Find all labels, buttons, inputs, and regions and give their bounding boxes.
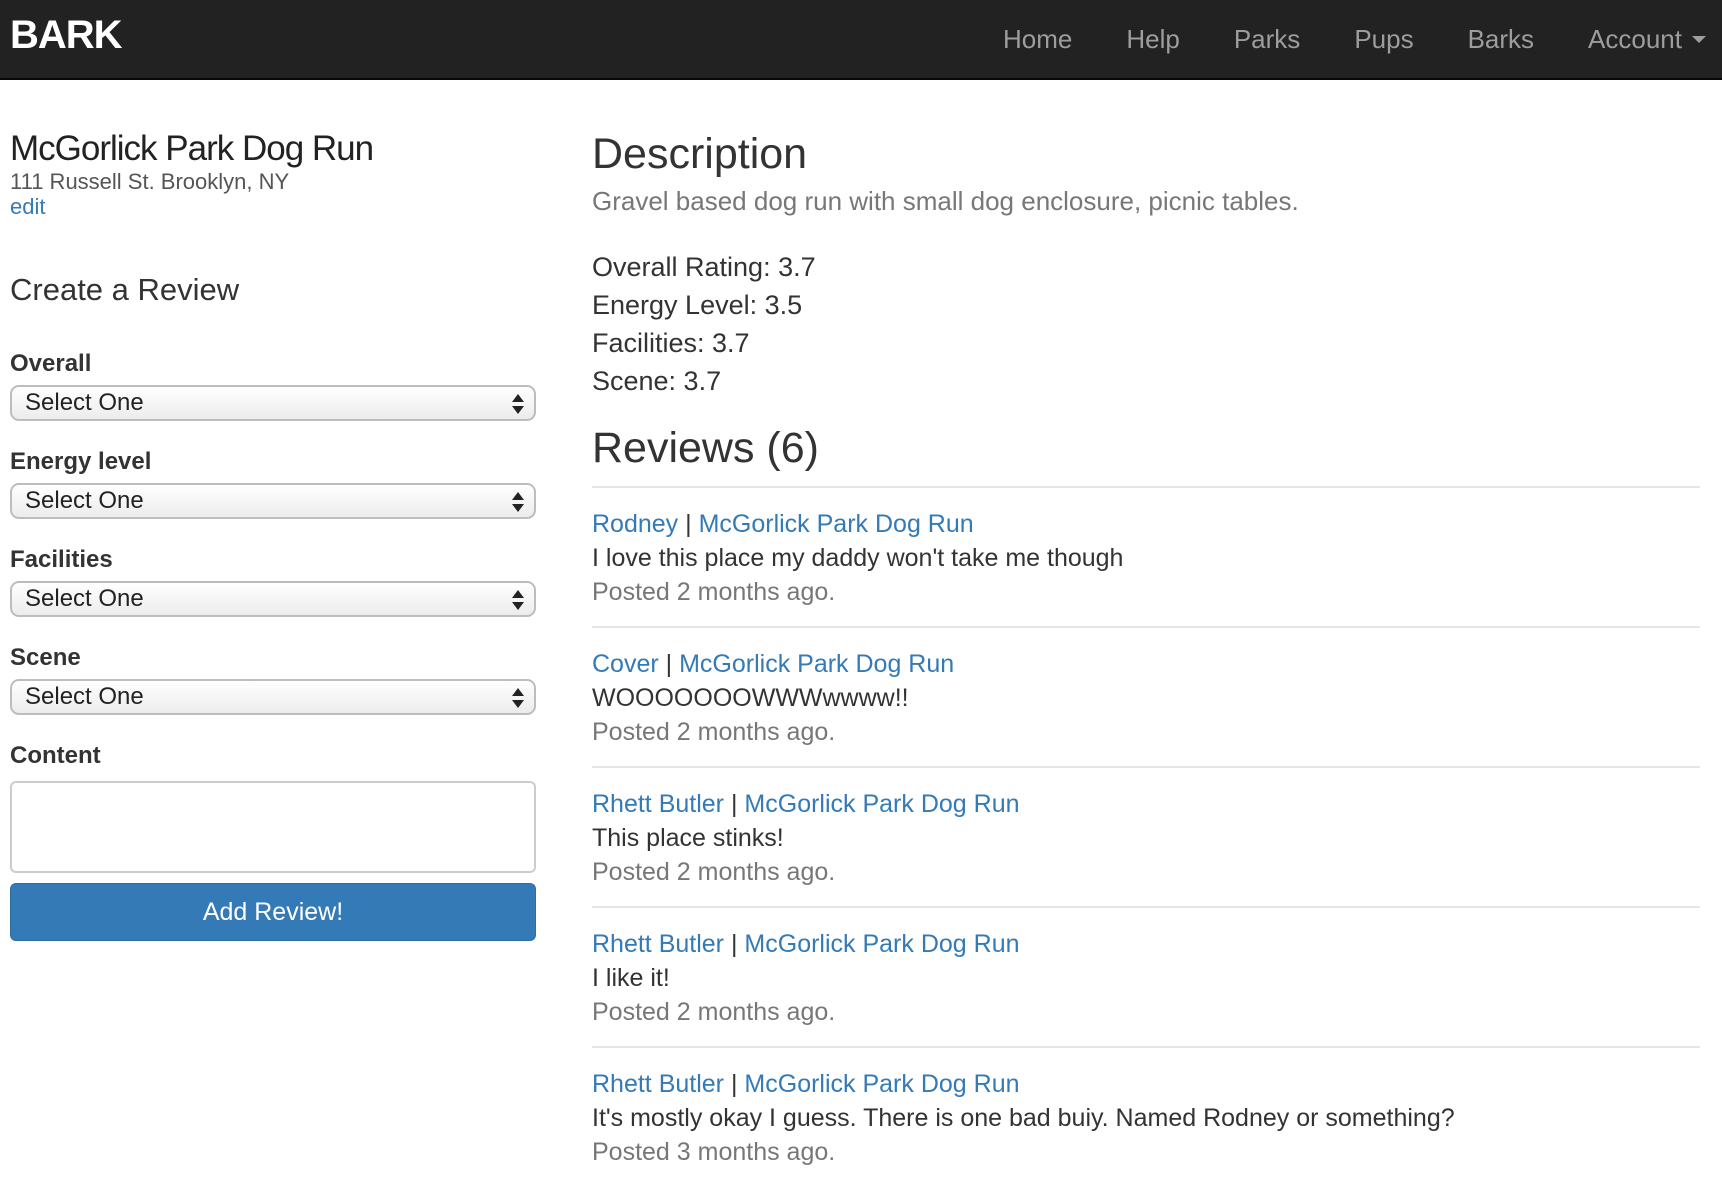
review-header: Rodney | McGorlick Park Dog Run <box>592 507 1700 541</box>
nav-pups[interactable]: Pups <box>1354 24 1413 55</box>
content-label: Content <box>10 742 101 769</box>
review-separator: | <box>685 510 692 538</box>
review-separator: | <box>665 650 673 678</box>
scene-rating: Scene: 3.7 <box>592 366 722 396</box>
review-text: I love this place my daddy won't take me… <box>592 544 1124 572</box>
select-arrows-icon <box>512 686 524 710</box>
review-separator: | <box>730 930 738 958</box>
energy-level-field: Energy level Select One <box>10 447 536 519</box>
review-park-link[interactable]: McGorlick Park Dog Run <box>744 790 1019 818</box>
scene-label: Scene <box>10 644 81 671</box>
nav-help[interactable]: Help <box>1126 24 1179 55</box>
energy-level-select[interactable]: Select One <box>10 483 536 519</box>
overall-select[interactable]: Select One <box>10 385 536 421</box>
overall-rating: Overall Rating: 3.7 <box>592 252 816 282</box>
select-arrows-icon <box>512 392 524 416</box>
scene-select-value: Select One <box>25 683 144 710</box>
energy-rating: Energy Level: 3.5 <box>592 290 803 320</box>
overall-select-value: Select One <box>25 389 144 416</box>
scene-field: Scene Select One <box>10 643 536 715</box>
left-column: McGorlick Park Dog Run 111 Russell St. B… <box>10 128 536 941</box>
review-separator: | <box>730 790 738 818</box>
nav-account-label: Account <box>1588 23 1682 54</box>
review-item: Rodney | McGorlick Park Dog Run I love t… <box>592 486 1700 626</box>
top-navbar: BARK Home Help Parks Pups Barks Account <box>0 0 1722 80</box>
nav-account-dropdown[interactable]: Account <box>1588 24 1706 55</box>
review-item: Rhett Butler | McGorlick Park Dog Run Th… <box>592 766 1700 906</box>
park-title: McGorlick Park Dog Run <box>10 129 374 168</box>
caret-down-icon <box>1692 35 1706 43</box>
overall-label: Overall <box>10 350 92 377</box>
brand-logo[interactable]: BARK <box>10 13 123 58</box>
review-author-link[interactable]: Rodney <box>592 510 678 538</box>
review-text: This place stinks! <box>592 824 784 852</box>
review-park-link[interactable]: McGorlick Park Dog Run <box>699 510 974 538</box>
review-posted: Posted 2 months ago. <box>592 718 836 746</box>
nav-parks[interactable]: Parks <box>1234 24 1300 55</box>
nav-home[interactable]: Home <box>1003 24 1072 55</box>
review-posted: Posted 3 months ago. <box>592 1138 836 1166</box>
review-park-link[interactable]: McGorlick Park Dog Run <box>744 930 1019 958</box>
content-textarea[interactable] <box>10 781 536 873</box>
review-posted: Posted 2 months ago. <box>592 858 836 886</box>
review-separator: | <box>730 1070 738 1098</box>
park-address: 111 Russell St. Brooklyn, NY <box>10 169 290 194</box>
description-text: Gravel based dog run with small dog encl… <box>592 186 1299 216</box>
create-review-heading: Create a Review <box>10 272 240 307</box>
nav-menu: Home Help Parks Pups Barks Account <box>1003 0 1722 78</box>
facilities-select-value: Select One <box>25 585 144 612</box>
select-arrows-icon <box>512 490 524 514</box>
review-item: Rhett Butler | McGorlick Park Dog Run I … <box>592 906 1700 1046</box>
facilities-select[interactable]: Select One <box>10 581 536 617</box>
overall-field: Overall Select One <box>10 349 536 421</box>
review-text: It's mostly okay I guess. There is one b… <box>592 1104 1455 1132</box>
facilities-rating: Facilities: 3.7 <box>592 328 750 358</box>
reviews-list: Rodney | McGorlick Park Dog Run I love t… <box>592 486 1700 1186</box>
review-text: I like it! <box>592 964 670 992</box>
nav-barks[interactable]: Barks <box>1468 24 1534 55</box>
review-posted: Posted 2 months ago. <box>592 578 836 606</box>
review-author-link[interactable]: Rhett Butler <box>592 1070 724 1098</box>
review-header: Cover | McGorlick Park Dog Run <box>592 647 1700 681</box>
review-header: Rhett Butler | McGorlick Park Dog Run <box>592 787 1700 821</box>
review-item: Cover | McGorlick Park Dog Run WOOOOOOOW… <box>592 626 1700 766</box>
content-field: Content <box>10 741 536 873</box>
review-header: Rhett Butler | McGorlick Park Dog Run <box>592 1067 1700 1101</box>
review-text: WOOOOOOOWWWwwww!! <box>592 684 909 712</box>
energy-level-select-value: Select One <box>25 487 144 514</box>
review-park-link[interactable]: McGorlick Park Dog Run <box>679 650 954 678</box>
review-item: Rhett Butler | McGorlick Park Dog Run It… <box>592 1046 1700 1186</box>
scene-select[interactable]: Select One <box>10 679 536 715</box>
facilities-label: Facilities <box>10 546 113 573</box>
ratings-list: Overall Rating: 3.7 Energy Level: 3.5 Fa… <box>592 248 1700 400</box>
review-park-link[interactable]: McGorlick Park Dog Run <box>744 1070 1019 1098</box>
review-header: Rhett Butler | McGorlick Park Dog Run <box>592 927 1700 961</box>
review-author-link[interactable]: Rhett Butler <box>592 790 724 818</box>
energy-level-label: Energy level <box>10 448 152 475</box>
review-author-link[interactable]: Rhett Butler <box>592 930 724 958</box>
reviews-heading: Reviews (6) <box>592 424 819 472</box>
review-author-link[interactable]: Cover <box>592 650 659 678</box>
edit-park-link[interactable]: edit <box>10 195 45 219</box>
right-column: Description Gravel based dog run with sm… <box>592 128 1700 1186</box>
select-arrows-icon <box>512 588 524 612</box>
description-heading: Description <box>592 130 808 178</box>
add-review-button[interactable]: Add Review! <box>10 883 536 941</box>
facilities-field: Facilities Select One <box>10 545 536 617</box>
review-posted: Posted 2 months ago. <box>592 998 836 1026</box>
